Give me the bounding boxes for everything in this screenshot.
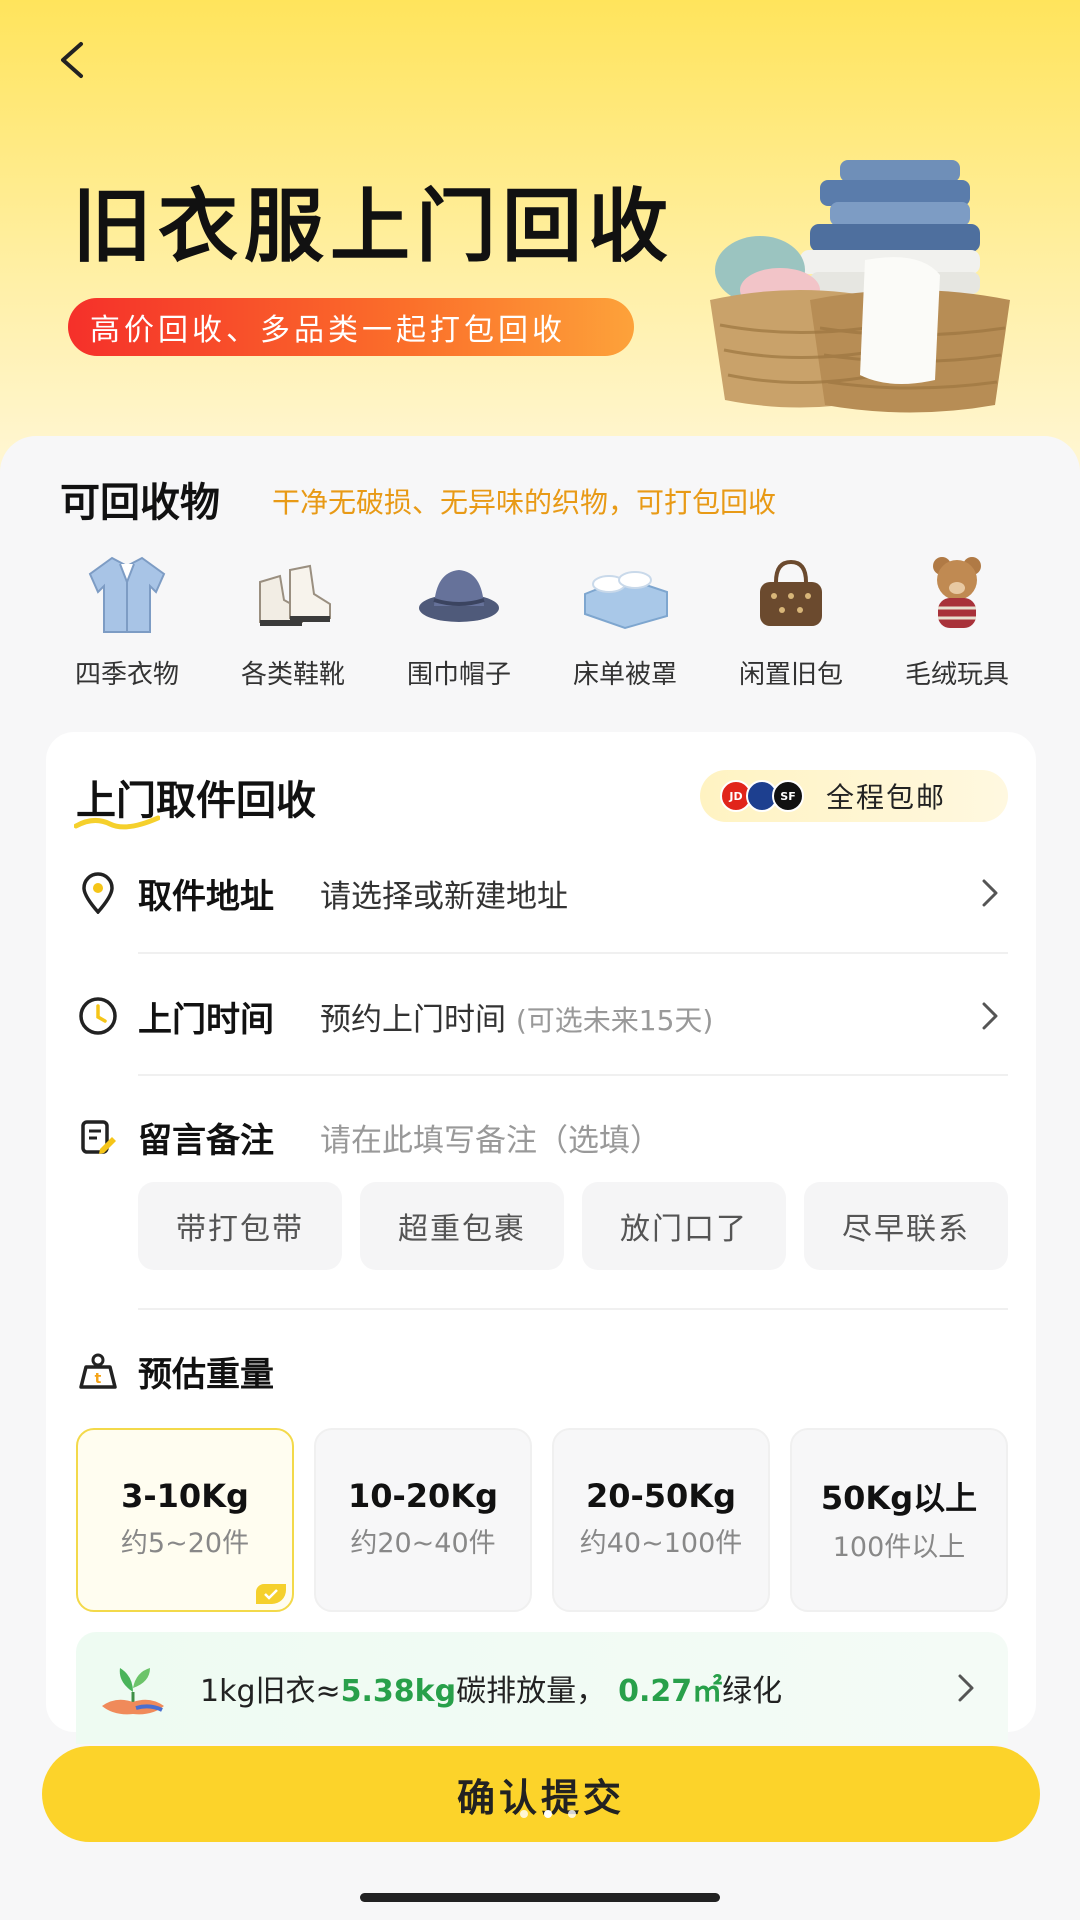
chevron-right-icon: [982, 879, 998, 907]
divider: [138, 1308, 1008, 1310]
back-button[interactable]: [40, 28, 104, 92]
category-label: 毛绒玩具: [904, 660, 1009, 690]
weight-option-20-50kg[interactable]: 20-50Kg 约40~100件: [552, 1428, 770, 1612]
category-label: 围巾帽子: [406, 660, 511, 690]
category-label: 闲置旧包: [738, 660, 843, 690]
weight-items: 约40~100件: [579, 1528, 743, 1559]
remark-quick-chips: 带打包带 超重包裹 放门口了 尽早联系: [138, 1182, 1008, 1270]
hat-icon: [419, 570, 499, 622]
chevron-left-icon: [61, 42, 83, 78]
category-toys[interactable]: 毛绒玩具: [874, 552, 1040, 692]
weight-range: 50Kg以上: [820, 1479, 978, 1517]
weight-options: 3-10Kg 约5~20件 10-20Kg 约20~40件 20-50Kg 约4…: [76, 1428, 1008, 1612]
sf-logo-icon: SF: [772, 780, 804, 812]
page-title: 旧衣服上门回收: [72, 180, 674, 273]
teddy-bear-icon: [933, 557, 981, 628]
bedding-icon: [584, 571, 668, 630]
category-clothes[interactable]: 四季衣物: [44, 552, 210, 692]
carbon-text: 1kg旧衣≈5.38kg碳排放量， 0.27㎡绿化: [200, 1666, 946, 1710]
weight-items: 约20~40件: [350, 1528, 496, 1559]
weight-range: 20-50Kg: [585, 1477, 737, 1515]
category-label: 床单被罩: [572, 660, 677, 690]
carbon-mid: 碳排放量，: [456, 1674, 607, 1709]
weight-option-50kg-plus[interactable]: 50Kg以上 100件以上: [790, 1428, 1008, 1612]
time-value: 预约上门时间 (可选未来15天): [320, 994, 970, 1039]
hero-subtitle-pill: 高价回收、多品类一起打包回收: [68, 298, 634, 356]
chevron-right-icon: [982, 1002, 998, 1030]
category-bedding[interactable]: 床单被罩: [542, 552, 708, 692]
pickup-address-row[interactable]: 取件地址 请选择或新建地址: [76, 858, 1010, 928]
chip-at-door[interactable]: 放门口了: [582, 1182, 786, 1270]
carbon-prefix: 1kg旧衣≈: [200, 1674, 341, 1709]
edit-note-icon: [81, 1120, 116, 1154]
time-range-hint: (可选未来15天): [515, 1003, 714, 1037]
recyclables-note: 干净无破损、无异味的织物，可打包回收: [272, 486, 777, 519]
category-hats[interactable]: 围巾帽子: [376, 552, 542, 692]
selected-check-icon: [256, 1584, 286, 1604]
category-bags[interactable]: 闲置旧包: [708, 552, 874, 692]
category-label: 各类鞋靴: [240, 660, 345, 690]
time-value-text: 预约上门时间: [320, 1001, 506, 1038]
svg-text:t: t: [95, 1371, 102, 1387]
weight-header: t 预估重量: [76, 1336, 1010, 1406]
submit-button[interactable]: 确认提交: [42, 1746, 1040, 1842]
divider: [138, 1074, 1008, 1076]
jacket-icon: [88, 556, 166, 633]
category-label: 四季衣物: [74, 660, 179, 690]
clothes-basket-illustration: [710, 160, 1010, 413]
carbon-info-banner[interactable]: 1kg旧衣≈5.38kg碳排放量， 0.27㎡绿化: [76, 1632, 1008, 1744]
free-shipping-text: 全程包邮: [826, 781, 947, 814]
weight-items: 100件以上: [832, 1532, 966, 1563]
weight-range: 3-10Kg: [121, 1477, 249, 1515]
chevron-right-icon: [958, 1674, 974, 1702]
title-underline-decoration: [74, 815, 160, 830]
recyclables-title: 可回收物: [60, 480, 220, 526]
greening-value: 0.27㎡: [618, 1674, 723, 1709]
weight-icon: t: [79, 1353, 117, 1389]
home-indicator[interactable]: [360, 1893, 720, 1902]
clock-icon: [79, 997, 117, 1035]
weight-range: 10-20Kg: [347, 1477, 499, 1515]
seedling-hands-icon: [102, 1668, 164, 1715]
weight-title: 预估重量: [138, 1354, 274, 1395]
remark-label: 留言备注: [138, 1120, 274, 1161]
recyclable-categories: 四季衣物 各类鞋靴 围巾帽子 床单被罩 闲置旧包 毛绒玩具: [44, 552, 1040, 692]
carbon-suffix: 绿化: [722, 1674, 783, 1709]
carbon-emission-value: 5.38kg: [340, 1674, 457, 1709]
chip-contact-soon[interactable]: 尽早联系: [804, 1182, 1008, 1270]
address-value: 请选择或新建地址: [320, 878, 568, 915]
time-label: 上门时间: [138, 999, 274, 1040]
remark-row[interactable]: 留言备注 请在此填写备注（选填）: [76, 1102, 1010, 1172]
chip-overweight[interactable]: 超重包裹: [360, 1182, 564, 1270]
address-label: 取件地址: [138, 876, 274, 917]
free-shipping-badge: JD SF 全程包邮: [700, 770, 1008, 822]
weight-option-3-10kg[interactable]: 3-10Kg 约5~20件: [76, 1428, 294, 1612]
page-indicator: [512, 1810, 584, 1818]
divider: [138, 952, 1008, 954]
pickup-time-row[interactable]: 上门时间 预约上门时间 (可选未来15天): [76, 981, 1010, 1051]
chip-packing-strap[interactable]: 带打包带: [138, 1182, 342, 1270]
weight-option-10-20kg[interactable]: 10-20Kg 约20~40件: [314, 1428, 532, 1612]
remark-input[interactable]: 请在此填写备注（选填）: [320, 1115, 1010, 1160]
boots-icon: [259, 564, 331, 626]
weight-items: 约5~20件: [120, 1528, 250, 1559]
handbag-icon: [760, 559, 822, 626]
location-pin-icon: [82, 872, 114, 914]
category-shoes[interactable]: 各类鞋靴: [210, 552, 376, 692]
